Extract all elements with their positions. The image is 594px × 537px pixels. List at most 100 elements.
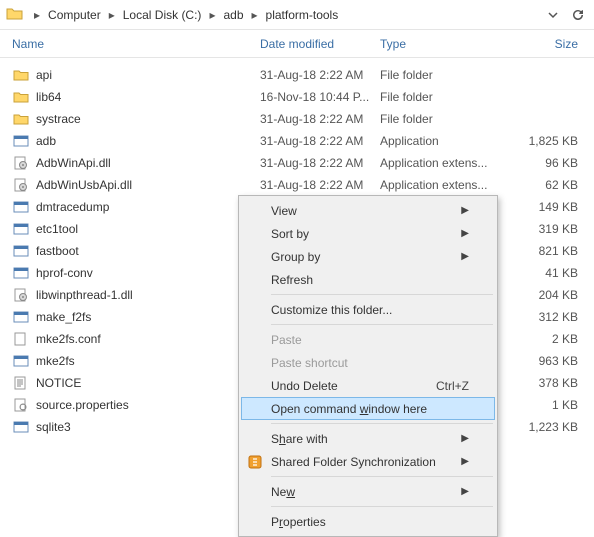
file-size: 1,223 KB (498, 420, 594, 434)
column-header-type[interactable]: Type (380, 37, 498, 51)
column-header-date[interactable]: Date modified (260, 37, 380, 51)
folder-icon (12, 89, 30, 105)
menu-group-by[interactable]: Group by▶ (241, 245, 495, 268)
file-icon (12, 331, 30, 347)
prop-icon (12, 397, 30, 413)
menu-paste-shortcut: Paste shortcut (241, 351, 495, 374)
file-date: 31-Aug-18 2:22 AM (260, 68, 380, 82)
file-type: Application (380, 134, 498, 148)
txt-icon (12, 375, 30, 391)
menu-open-command-window[interactable]: Open command window here (241, 397, 495, 420)
file-type: Application extens... (380, 156, 498, 170)
breadcrumb-item[interactable]: Computer (44, 4, 105, 26)
file-size: 41 KB (498, 266, 594, 280)
chevron-right-icon[interactable]: ▸ (105, 8, 119, 22)
file-date: 31-Aug-18 2:22 AM (260, 112, 380, 126)
submenu-arrow-icon: ▶ (461, 228, 469, 239)
chevron-right-icon[interactable]: ▸ (30, 8, 44, 22)
file-size: 1,825 KB (498, 134, 594, 148)
breadcrumb-item[interactable]: adb (219, 4, 247, 26)
file-size: 378 KB (498, 376, 594, 390)
menu-properties[interactable]: Properties (241, 510, 495, 533)
exe-icon (12, 353, 30, 369)
menu-view[interactable]: View▶ (241, 199, 495, 222)
menu-share-with[interactable]: Share with▶ (241, 427, 495, 450)
file-date: 31-Aug-18 2:22 AM (260, 156, 380, 170)
file-size: 312 KB (498, 310, 594, 324)
file-name: make_f2fs (36, 310, 260, 324)
file-size: 319 KB (498, 222, 594, 236)
menu-sort-by[interactable]: Sort by▶ (241, 222, 495, 245)
shortcut-label: Ctrl+Z (436, 379, 469, 393)
menu-customize-folder[interactable]: Customize this folder... (241, 298, 495, 321)
file-name: sqlite3 (36, 420, 260, 434)
file-name: NOTICE (36, 376, 260, 390)
file-row[interactable]: systrace31-Aug-18 2:22 AMFile folder (12, 108, 594, 130)
chevron-right-icon[interactable]: ▸ (205, 8, 219, 22)
folder-icon (12, 111, 30, 127)
file-date: 16-Nov-18 10:44 P... (260, 90, 380, 104)
file-date: 31-Aug-18 2:22 AM (260, 134, 380, 148)
file-name: api (36, 68, 260, 82)
submenu-arrow-icon: ▶ (461, 251, 469, 262)
menu-separator (271, 294, 493, 295)
file-name: etc1tool (36, 222, 260, 236)
file-size: 1 KB (498, 398, 594, 412)
folder-icon (12, 67, 30, 83)
file-size: 62 KB (498, 178, 594, 192)
file-name: libwinpthread-1.dll (36, 288, 260, 302)
dll-icon (12, 177, 30, 193)
folder-icon (6, 6, 24, 24)
address-bar[interactable]: ▸ Computer ▸ Local Disk (C:) ▸ adb ▸ pla… (0, 0, 594, 30)
column-header-name[interactable]: Name (12, 37, 260, 51)
file-name: fastboot (36, 244, 260, 258)
chevron-right-icon[interactable]: ▸ (248, 8, 262, 22)
submenu-arrow-icon: ▶ (461, 456, 469, 467)
file-size: 204 KB (498, 288, 594, 302)
file-type: File folder (380, 112, 498, 126)
exe-icon (12, 419, 30, 435)
file-name: AdbWinUsbApi.dll (36, 178, 260, 192)
file-type: File folder (380, 68, 498, 82)
menu-separator (271, 423, 493, 424)
menu-separator (271, 324, 493, 325)
file-row[interactable]: AdbWinApi.dll31-Aug-18 2:22 AMApplicatio… (12, 152, 594, 174)
file-type: File folder (380, 90, 498, 104)
submenu-arrow-icon: ▶ (461, 433, 469, 444)
file-size: 963 KB (498, 354, 594, 368)
breadcrumb-item[interactable]: platform-tools (262, 4, 343, 26)
submenu-arrow-icon: ▶ (461, 205, 469, 216)
menu-refresh[interactable]: Refresh (241, 268, 495, 291)
exe-icon (12, 221, 30, 237)
dll-icon (12, 155, 30, 171)
file-type: Application extens... (380, 178, 498, 192)
sync-icon (247, 454, 263, 470)
file-name: AdbWinApi.dll (36, 156, 260, 170)
submenu-arrow-icon: ▶ (461, 486, 469, 497)
history-dropdown-button[interactable] (542, 4, 564, 26)
exe-icon (12, 265, 30, 281)
file-name: dmtracedump (36, 200, 260, 214)
file-size: 149 KB (498, 200, 594, 214)
breadcrumb-item[interactable]: Local Disk (C:) (119, 4, 206, 26)
dll-icon (12, 287, 30, 303)
refresh-button[interactable] (566, 4, 588, 26)
file-row[interactable]: lib6416-Nov-18 10:44 P...File folder (12, 86, 594, 108)
file-name: hprof-conv (36, 266, 260, 280)
file-row[interactable]: api31-Aug-18 2:22 AMFile folder (12, 64, 594, 86)
menu-separator (271, 506, 493, 507)
menu-new[interactable]: New▶ (241, 480, 495, 503)
column-header-size[interactable]: Size (498, 37, 594, 51)
menu-shared-folder-sync[interactable]: Shared Folder Synchronization▶ (241, 450, 495, 473)
exe-icon (12, 309, 30, 325)
file-row[interactable]: AdbWinUsbApi.dll31-Aug-18 2:22 AMApplica… (12, 174, 594, 196)
column-header-row: Name Date modified Type Size (0, 30, 594, 58)
file-row[interactable]: adb31-Aug-18 2:22 AMApplication1,825 KB (12, 130, 594, 152)
menu-undo-delete[interactable]: Undo DeleteCtrl+Z (241, 374, 495, 397)
file-size: 821 KB (498, 244, 594, 258)
file-date: 31-Aug-18 2:22 AM (260, 178, 380, 192)
context-menu: View▶ Sort by▶ Group by▶ Refresh Customi… (238, 195, 498, 537)
exe-icon (12, 243, 30, 259)
file-size: 96 KB (498, 156, 594, 170)
file-name: adb (36, 134, 260, 148)
